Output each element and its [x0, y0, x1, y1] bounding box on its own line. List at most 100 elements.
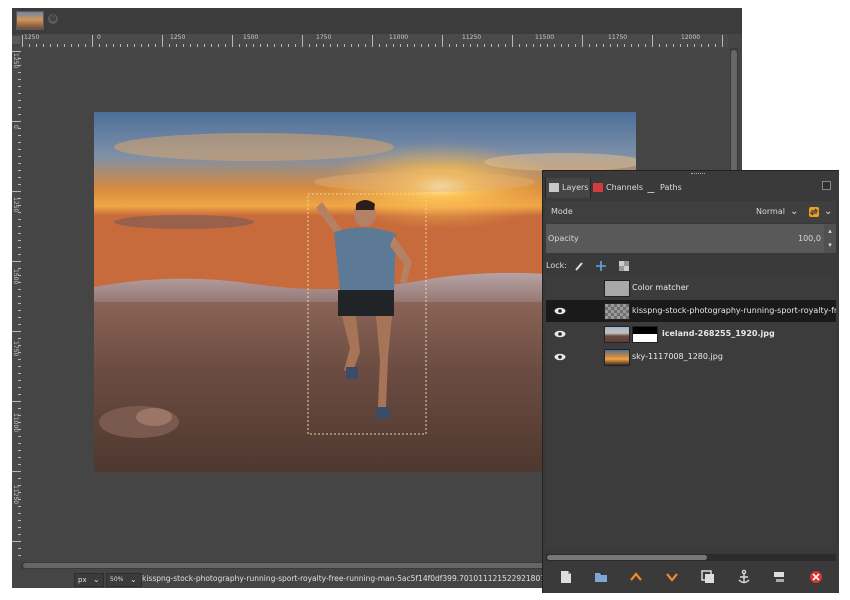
tab-close-icon[interactable]: ⊗: [48, 14, 58, 24]
layer-row[interactable]: sky-1117008_1280.jpg: [546, 346, 836, 368]
opacity-value: 100,0: [798, 234, 821, 243]
layers-button-bar: [546, 565, 836, 589]
paths-icon: [647, 182, 660, 193]
new-folder-icon[interactable]: [593, 569, 609, 585]
layer-name: sky-1117008_1280.jpg: [632, 352, 723, 361]
ruler-tick: [722, 35, 723, 47]
duplicate-layer-icon[interactable]: [700, 569, 716, 585]
layer-thumbnail: [604, 326, 630, 343]
tab-channels-label: Channels: [606, 183, 644, 192]
composite-mode-icon[interactable]: [808, 206, 820, 218]
ruler-tick: [12, 471, 21, 472]
ruler-label: 11000: [12, 413, 19, 433]
tab-paths[interactable]: Paths: [647, 178, 693, 198]
ruler-label: 1250: [12, 53, 19, 69]
ruler-label: 11250: [462, 34, 482, 41]
ruler-tick: [12, 261, 21, 262]
ruler-label: 11250: [12, 485, 19, 505]
lock-position-icon[interactable]: [596, 261, 606, 271]
layer-thumbnail: [604, 349, 630, 366]
dock-grip-handle[interactable]: [691, 173, 705, 177]
ruler-label: 1750: [316, 34, 332, 41]
ruler-tick: [12, 121, 21, 122]
zoom-select[interactable]: 50% ⌄: [106, 573, 142, 587]
ruler-label: 11750: [608, 34, 628, 41]
tab-channels[interactable]: Channels: [590, 178, 646, 198]
layer-row[interactable]: kisspng-stock-photography-running-sport-…: [546, 300, 836, 322]
layers-dock: Layers Channels Paths Mode Normal ⌄ ⌄ Op…: [542, 170, 839, 593]
layer-name: iceland-268255_1920.jpg: [662, 329, 775, 338]
ruler-tick: [12, 191, 21, 192]
ruler-tick: [12, 401, 21, 402]
ruler-label: 1500: [12, 269, 19, 285]
lock-label: Lock:: [546, 261, 567, 270]
chevron-down-icon: ⌄: [130, 575, 137, 584]
ruler-tick: [232, 35, 233, 47]
delete-layer-icon[interactable]: [808, 569, 824, 585]
dock-tabs: Layers Channels Paths: [543, 178, 839, 198]
layer-thumbnail: [604, 303, 630, 320]
ruler-label: 1750: [12, 341, 19, 357]
chevron-down-icon[interactable]: ⌄: [824, 201, 832, 223]
new-layer-icon[interactable]: [558, 569, 574, 585]
lock-pixels-icon[interactable]: [574, 261, 584, 271]
image-tab-bar: ⊗: [12, 8, 742, 34]
ruler-menu-chevron-icon[interactable]: [728, 34, 742, 47]
ruler-label: 1250: [24, 34, 40, 41]
ruler-tick: [582, 35, 583, 47]
merge-down-icon[interactable]: [771, 569, 787, 585]
dock-menu-icon[interactable]: [822, 181, 831, 190]
ruler-label: 0: [97, 34, 101, 41]
ruler-tick: [12, 331, 21, 332]
ruler-label: 0: [12, 125, 19, 129]
eye-icon[interactable]: [554, 306, 566, 316]
ruler-tick: [512, 35, 513, 47]
image-tab-thumbnail[interactable]: [16, 11, 44, 30]
eye-icon[interactable]: [554, 329, 566, 339]
ruler-tick: [302, 35, 303, 47]
layers-scroll-thumb[interactable]: [547, 555, 707, 560]
ruler-label: 1250: [12, 197, 19, 213]
lock-row: Lock:: [546, 257, 836, 275]
ruler-tick: [22, 35, 23, 47]
ruler-tick: [12, 51, 21, 52]
ruler-label: 1250: [170, 34, 186, 41]
ruler-tick: [442, 35, 443, 47]
ruler-tick: [372, 35, 373, 47]
ruler-label: 1500: [243, 34, 259, 41]
opacity-spin-buttons[interactable]: ▴ ▾: [824, 224, 836, 253]
ruler-tick: [162, 35, 163, 47]
layer-name: Color matcher: [632, 283, 689, 292]
tab-layers[interactable]: Layers: [545, 178, 591, 198]
tab-paths-label: Paths: [660, 183, 682, 192]
ruler-label: 11500: [535, 34, 555, 41]
ruler-corner-button[interactable]: [12, 36, 20, 44]
lock-alpha-icon[interactable]: [619, 261, 629, 271]
layer-mask-thumbnail[interactable]: [632, 326, 658, 343]
tab-layers-label: Layers: [562, 183, 589, 192]
unit-select[interactable]: px ⌄: [74, 573, 104, 587]
spin-down-icon[interactable]: ▾: [824, 238, 836, 252]
lower-layer-icon[interactable]: [664, 569, 680, 585]
layers-horizontal-scrollbar[interactable]: [546, 554, 836, 561]
mode-selector[interactable]: Mode Normal ⌄ ⌄: [546, 201, 836, 223]
ruler-label: 11000: [389, 34, 409, 41]
opacity-slider[interactable]: Opacity 100,0: [546, 224, 824, 253]
mode-label: Mode: [551, 207, 573, 216]
anchor-layer-icon[interactable]: [736, 569, 752, 585]
layer-row[interactable]: iceland-268255_1920.jpg: [546, 323, 836, 345]
chevron-down-icon: ⌄: [93, 575, 100, 584]
mode-value: Normal: [756, 207, 785, 216]
layer-thumbnail: [604, 280, 630, 297]
horizontal-ruler[interactable]: 1250 0 1250 1500 1750 11000 11250 11500 11750 120…: [20, 34, 728, 48]
opacity-label: Opacity: [548, 234, 579, 243]
ruler-tick: [12, 541, 21, 542]
spin-up-icon[interactable]: ▴: [824, 224, 836, 238]
channels-icon: [593, 183, 603, 192]
raise-layer-icon[interactable]: [628, 569, 644, 585]
eye-icon[interactable]: [554, 352, 566, 362]
horizontal-scroll-thumb[interactable]: [23, 563, 623, 568]
layers-list: Color matcher kisspng-stock-photography-…: [546, 277, 836, 547]
layer-row[interactable]: Color matcher: [546, 277, 836, 299]
status-message: kisspng-stock-photography-running-sport-…: [142, 574, 542, 583]
